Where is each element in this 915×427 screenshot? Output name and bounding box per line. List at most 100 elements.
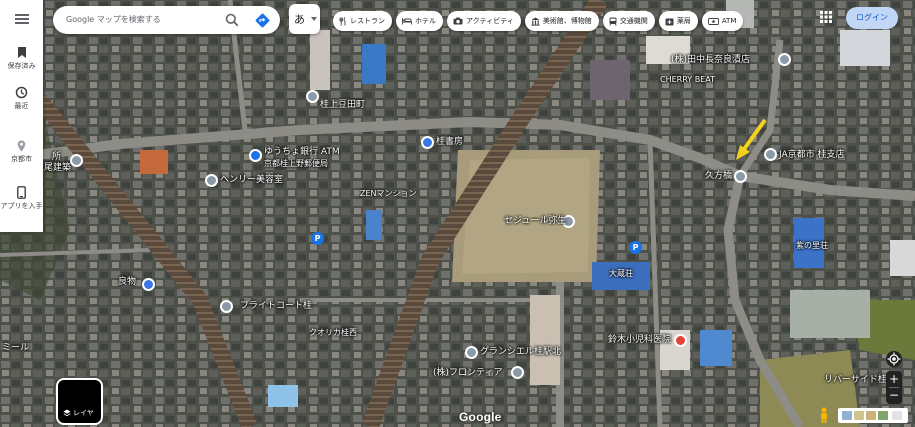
saved-button[interactable]: 保存済み	[0, 46, 43, 71]
get-app-button[interactable]: アプリを入手	[0, 186, 43, 211]
zoom-out-button[interactable]: −	[886, 388, 902, 404]
chip-label: 交通機関	[619, 17, 648, 25]
restaurant-icon	[339, 16, 346, 25]
satellite-map[interactable]: ゆうちょ銀行 ATM 京都桂上野郵便局 桂上豆田町 ヘンリー美容室 桂書房 セジ…	[0, 0, 915, 427]
traffic-thumb[interactable]	[866, 411, 876, 420]
chip-restaurant[interactable]: レストラン	[333, 11, 392, 31]
frontier-pin-icon[interactable]	[511, 366, 524, 379]
bus-stop-pin-icon[interactable]	[734, 170, 747, 183]
hamburger-icon	[14, 14, 29, 24]
map-label-murasaki: 紫の里荘	[796, 241, 828, 250]
more-layers-thumb[interactable]	[892, 411, 902, 420]
salon-pin-icon[interactable]	[205, 174, 218, 187]
place-pin-icon[interactable]	[306, 90, 319, 103]
museum-icon	[531, 17, 540, 26]
map-label-atm[interactable]: ゆうちょ銀行 ATM	[264, 147, 340, 158]
transit-thumb[interactable]	[854, 411, 864, 420]
get-app-label: アプリを入手	[0, 202, 43, 210]
chip-transit[interactable]: 交通機関	[602, 11, 655, 31]
map-label-post-office[interactable]: 京都桂上野郵便局	[264, 158, 328, 169]
bike-thumb[interactable]	[878, 411, 888, 420]
map-type-strip[interactable]	[838, 408, 908, 423]
map-label-clinic[interactable]: 鈴木小児科医院	[608, 335, 671, 346]
map-label-grancielo[interactable]: グランシエル桂駅北	[480, 347, 561, 358]
map-label-architecture: 尾建築	[44, 163, 72, 173]
zoom-in-button[interactable]: +	[886, 371, 902, 387]
chip-label: アクティビティ	[466, 17, 514, 25]
input-language-toggle[interactable]: あ	[289, 4, 320, 34]
apps-grid-icon[interactable]	[820, 11, 832, 23]
left-sidebar: 保存済み 最近 京都市 アプリを入手	[0, 0, 43, 232]
map-label-ja-bank[interactable]: JA京都市 桂支店	[779, 150, 845, 161]
map-label-tokoro: 所	[52, 152, 62, 162]
layer-label: レイヤ	[73, 409, 94, 417]
map-label-qualica: クオリカ桂西	[309, 328, 357, 337]
google-logo: Google	[459, 410, 502, 424]
chip-label: ATM	[721, 17, 737, 25]
map-imagery	[0, 0, 915, 427]
atm-pin-icon[interactable]	[249, 149, 262, 162]
login-button[interactable]: ログイン	[846, 7, 898, 29]
menu-button[interactable]	[0, 14, 43, 24]
place-pin-icon[interactable]	[70, 154, 83, 167]
chip-label: 薬局	[676, 17, 691, 25]
hotel-icon	[402, 18, 412, 25]
place-icon	[17, 140, 26, 152]
recent-place-kyoto[interactable]: 京都市	[0, 140, 43, 164]
map-label-tanaka[interactable]: (株)田中長奈良漬店	[671, 55, 750, 66]
history-icon	[15, 86, 28, 99]
grancielo-pin-icon[interactable]	[465, 346, 478, 359]
map-label-cherry-beat: CHERRY BEAT	[660, 75, 715, 84]
map-label-salon[interactable]: ヘンリー美容室	[220, 175, 283, 186]
ja-bank-pin-icon[interactable]	[764, 148, 777, 161]
map-label-sejour[interactable]: セジュール弥生	[504, 216, 566, 227]
layers-icon	[63, 409, 71, 417]
search-input[interactable]: Google マップを検索する	[66, 14, 161, 25]
chip-pharmacy[interactable]: 薬局	[658, 11, 698, 31]
search-box[interactable]: Google マップを検索する	[53, 6, 280, 34]
parking-icon[interactable]: P	[629, 241, 642, 254]
shop-pin-icon[interactable]	[142, 278, 155, 291]
chip-activity[interactable]: アクティビティ	[447, 11, 521, 31]
map-label-bookstore[interactable]: 桂書房	[436, 137, 463, 148]
clinic-pin-icon[interactable]	[674, 334, 687, 347]
chevron-down-icon[interactable]	[311, 17, 317, 21]
pharmacy-icon	[665, 18, 674, 25]
map-label-okura: 大蔵荘	[609, 269, 633, 278]
zoom-controls: + −	[886, 371, 902, 404]
map-label-hisakata-bridge[interactable]: 久方橋	[705, 171, 732, 182]
bookmark-icon	[17, 47, 26, 58]
tanaka-pin-icon[interactable]	[778, 53, 791, 66]
layer-toggle-label-row: レイヤ	[63, 408, 94, 418]
map-label-ryobutsu[interactable]: 良物	[118, 277, 136, 288]
map-label-zen-mansion: ZENマンション	[360, 189, 417, 198]
parking-icon[interactable]: P	[311, 232, 324, 245]
directions-icon[interactable]	[255, 13, 270, 28]
terrain-thumb[interactable]	[842, 411, 852, 420]
map-label-district: 桂上豆田町	[320, 100, 366, 110]
hiragana-glyph: あ	[294, 13, 305, 26]
chip-label: 美術館、博物館	[542, 17, 592, 25]
recent-button[interactable]: 最近	[0, 86, 43, 111]
chip-atm[interactable]: ATM	[701, 11, 744, 31]
recent-label: 最近	[14, 102, 29, 110]
chip-museum[interactable]: 美術館、博物館	[524, 11, 599, 31]
bright-court-pin-icon[interactable]	[220, 300, 233, 313]
kyoto-label: 京都市	[11, 155, 32, 163]
atm-icon	[707, 17, 719, 25]
transit-icon	[609, 17, 617, 26]
my-location-icon	[887, 352, 901, 366]
my-location-button[interactable]	[886, 351, 902, 367]
chip-label: ホテル	[415, 17, 436, 25]
layer-toggle-button[interactable]: レイヤ	[56, 378, 103, 425]
category-chips: レストラン ホテル アクティビティ 美術館、博物館 交通機関 薬局 ATM	[333, 11, 744, 31]
pegman-icon[interactable]	[819, 407, 829, 423]
camera-icon	[453, 17, 463, 25]
bookstore-pin-icon[interactable]	[421, 136, 434, 149]
search-icon[interactable]	[225, 13, 239, 27]
chip-hotel[interactable]: ホテル	[396, 11, 443, 31]
map-label-frontier[interactable]: (株)フロンティア	[433, 368, 502, 379]
chip-label: レストラン	[350, 17, 385, 25]
map-label-bright-court[interactable]: ブライトコート桂	[240, 301, 312, 312]
map-label-meal: ミール	[2, 343, 30, 353]
